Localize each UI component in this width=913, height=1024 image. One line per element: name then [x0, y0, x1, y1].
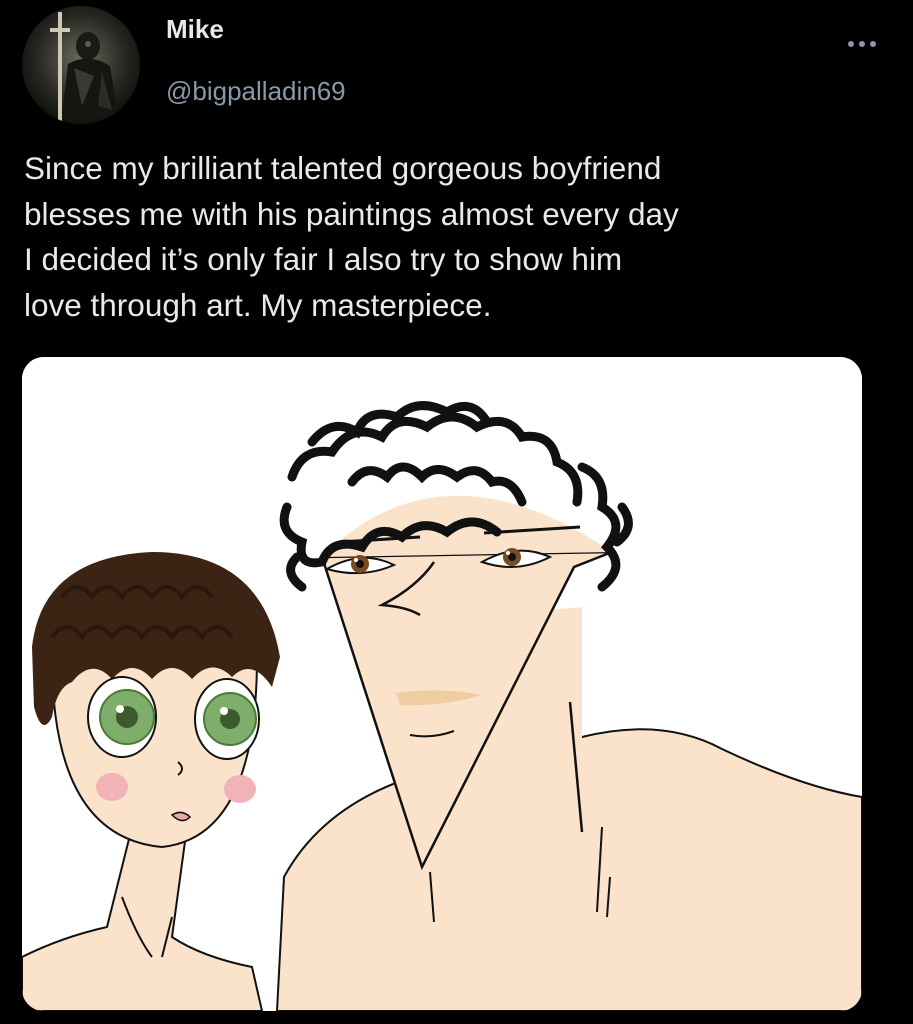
boy-blush-right [224, 775, 256, 803]
boy-eye-right [194, 678, 260, 760]
tweet-text-line: I decided it’s only fair I also try to s… [24, 241, 623, 277]
avatar[interactable] [22, 6, 140, 124]
boy-eye-left [87, 676, 157, 758]
two-figures-drawing [22, 357, 862, 1011]
tweet: Mike @bigpalladin69 Since my brilliant t… [0, 0, 913, 1024]
more-options-button[interactable] [842, 30, 882, 58]
tweet-media-image[interactable] [22, 357, 862, 1011]
knight-avatar-icon [22, 6, 140, 124]
tweet-text-line: Since my brilliant talented gorgeous boy… [24, 150, 662, 186]
tweet-text-line: love through art. My masterpiece. [24, 286, 492, 323]
display-name[interactable]: Mike [166, 14, 224, 45]
tweet-text: Since my brilliant talented gorgeous boy… [24, 146, 904, 328]
boy-blush-left [96, 773, 128, 801]
tweet-text-line: blesses me with his paintings almost eve… [24, 195, 679, 232]
more-options-icon [848, 41, 876, 47]
user-handle[interactable]: @bigpalladin69 [166, 76, 346, 107]
